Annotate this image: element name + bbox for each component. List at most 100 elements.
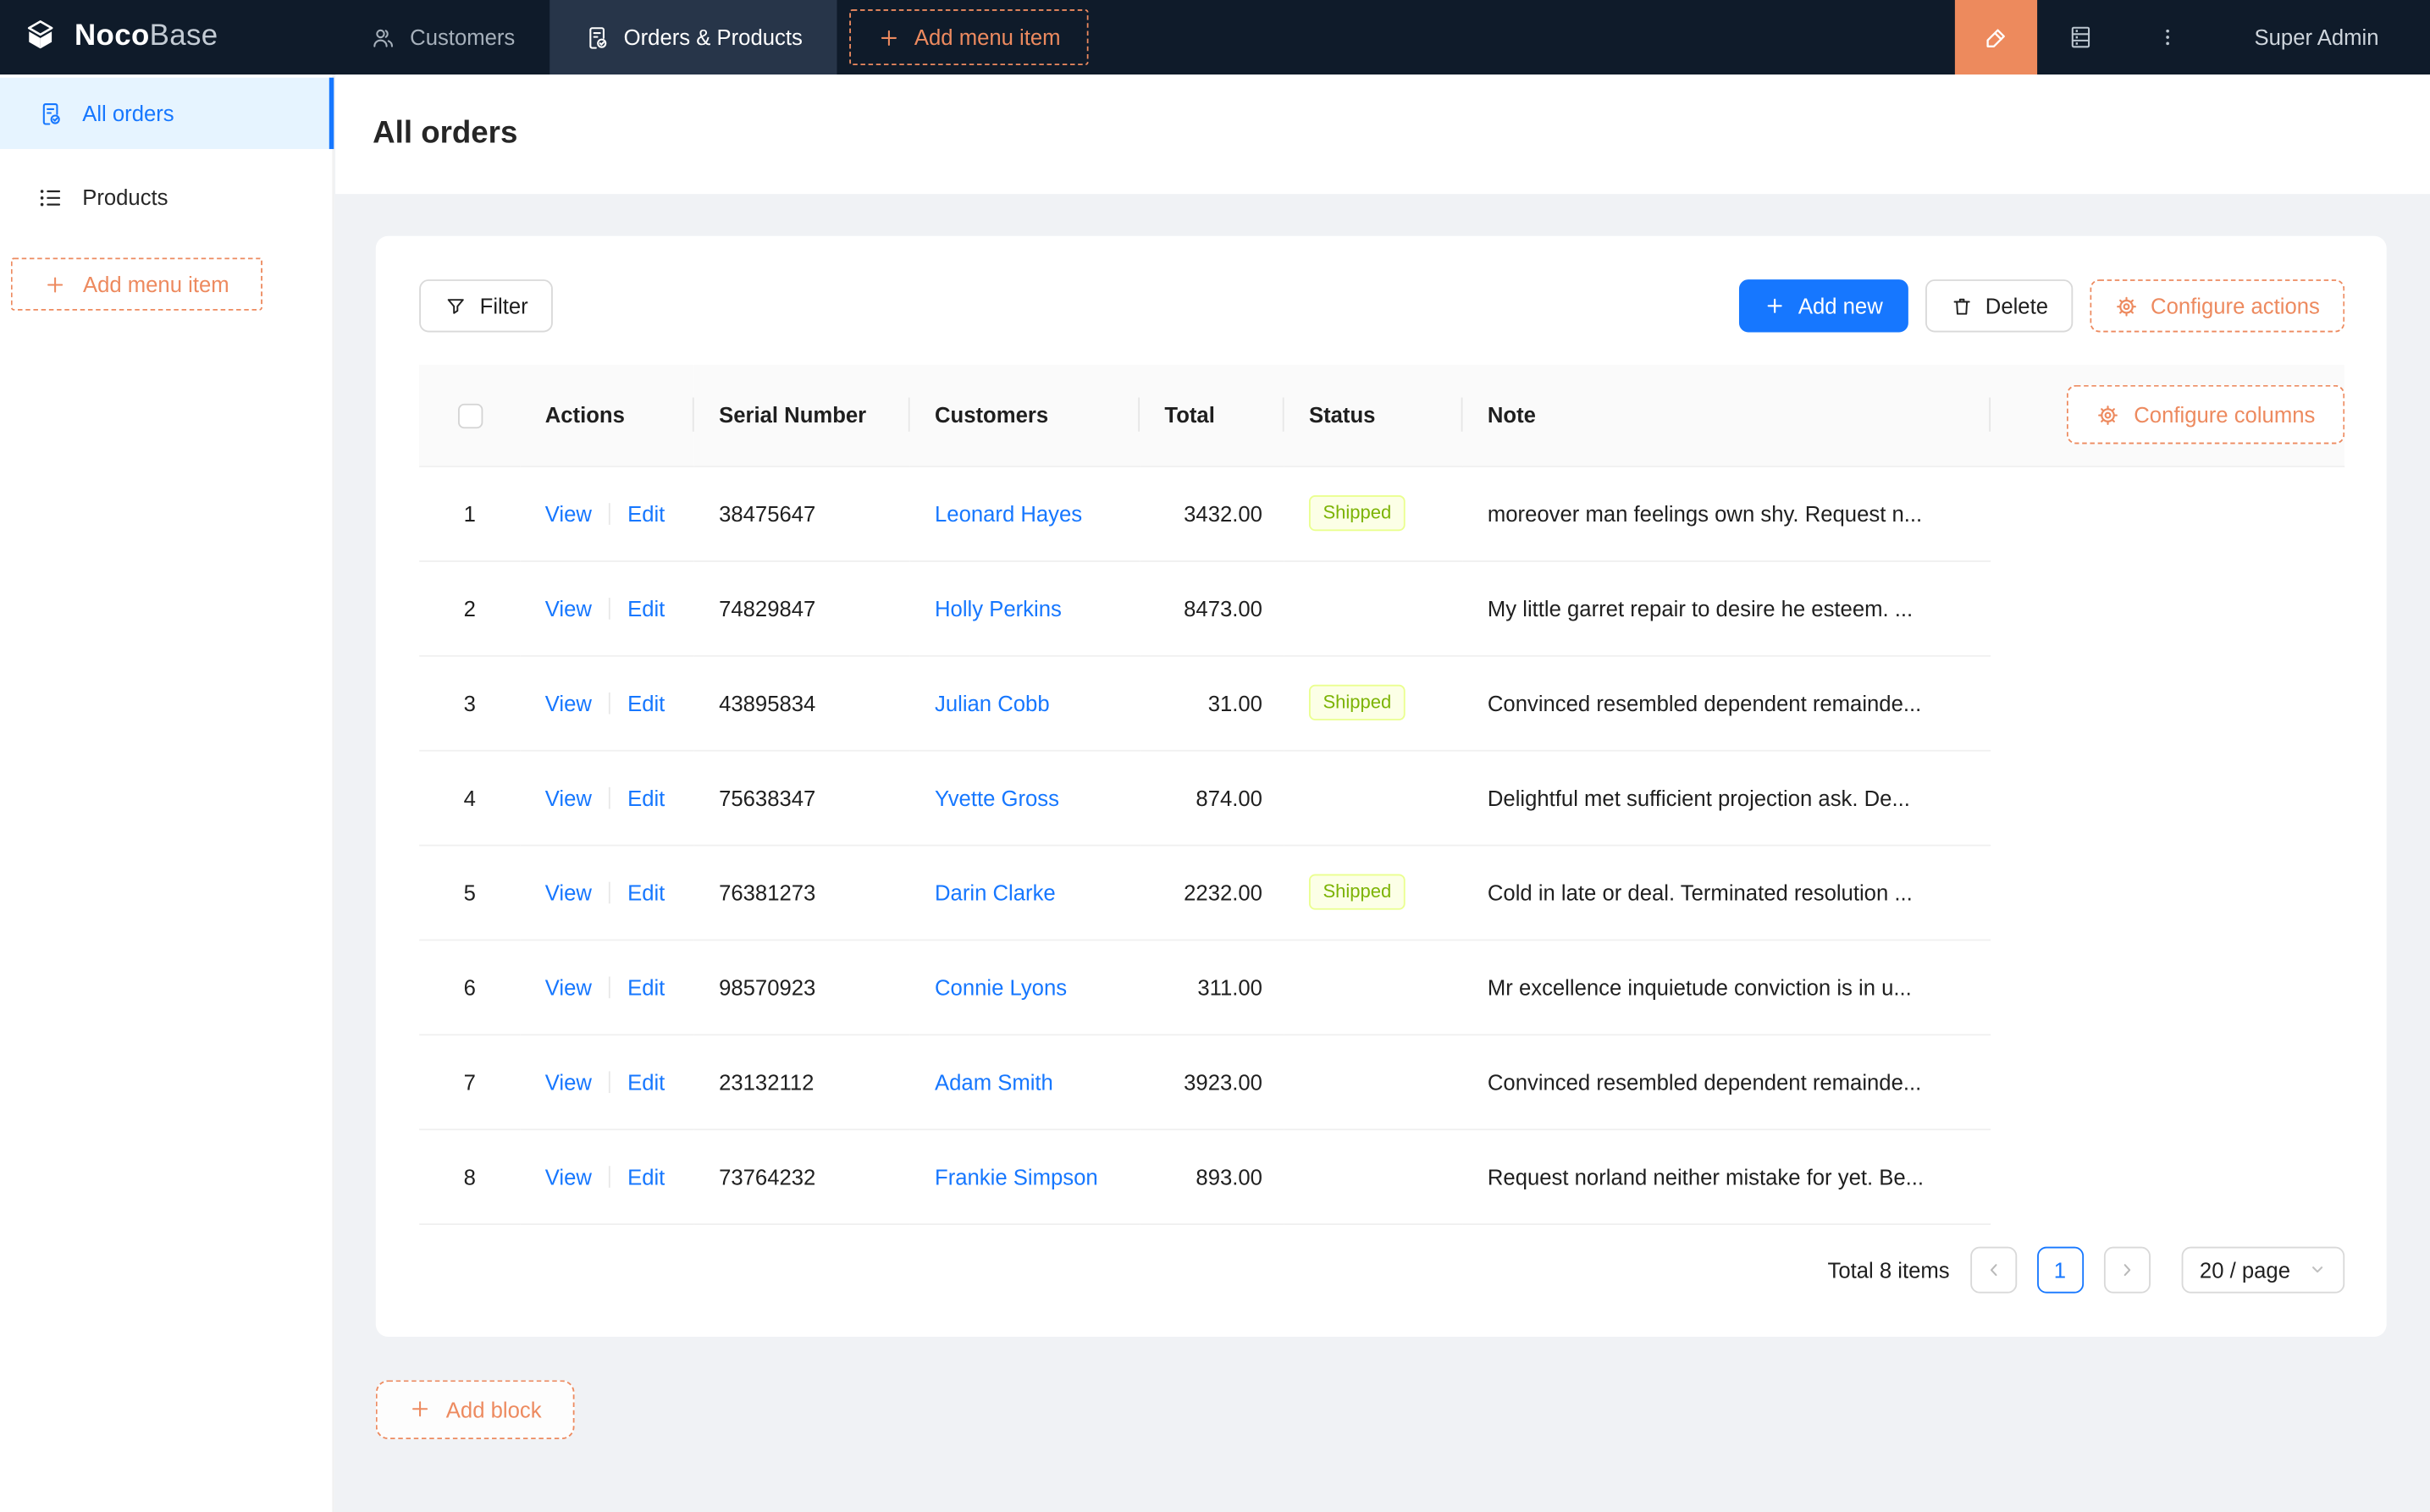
app-window: NocoBase Customers Orders & Products Add… — [0, 0, 2430, 1512]
orders-table: Actions Serial Number Customers Total St… — [419, 364, 2345, 1225]
edit-link[interactable]: Edit — [627, 595, 665, 620]
view-link[interactable]: View — [545, 690, 592, 715]
customer-link[interactable]: Leonard Hayes — [935, 500, 1082, 525]
view-link[interactable]: View — [545, 974, 592, 999]
status-cell — [1284, 1034, 1463, 1130]
customer-link[interactable]: Yvette Gross — [935, 785, 1059, 809]
row-actions-cell: View Edit — [520, 654, 694, 751]
table-row: 7 View Edit 23132112 Adam Smith 3923.00 C… — [419, 1034, 2344, 1130]
total-cell: 31.00 — [1140, 654, 1284, 751]
total-cell: 893.00 — [1140, 1128, 1284, 1225]
pagination: Total 8 items 1 20 / page — [419, 1245, 2345, 1293]
highlighter-icon — [1981, 23, 2011, 52]
column-header-total: Total — [1140, 364, 1284, 467]
action-divider — [609, 786, 610, 808]
page-number-button[interactable]: 1 — [2036, 1245, 2084, 1293]
table-row: 1 View Edit 38475647 Leonard Hayes 3432.0… — [419, 466, 2344, 561]
select-all-checkbox[interactable] — [457, 403, 483, 428]
customer-cell: Connie Lyons — [909, 939, 1140, 1035]
note-cell: Convinced resembled dependent remainde..… — [1462, 654, 1991, 751]
view-link[interactable]: View — [545, 1164, 592, 1189]
total-cell: 2232.00 — [1140, 844, 1284, 941]
sidebar-item-products[interactable]: Products — [0, 162, 332, 233]
view-link[interactable]: View — [545, 500, 592, 525]
row-actions-cell: View Edit — [520, 1034, 694, 1130]
customer-cell: Adam Smith — [909, 1034, 1140, 1130]
customer-link[interactable]: Julian Cobb — [935, 690, 1050, 715]
database-button[interactable] — [2037, 0, 2124, 74]
delete-button[interactable]: Delete — [1925, 279, 2074, 333]
table-body: 1 View Edit 38475647 Leonard Hayes 3432.0… — [419, 466, 2344, 1225]
edit-link[interactable]: Edit — [627, 785, 665, 809]
view-link[interactable]: View — [545, 785, 592, 809]
configure-columns-button[interactable]: Configure columns — [2067, 385, 2345, 444]
add-block-button[interactable]: Add block — [375, 1379, 575, 1439]
action-divider — [609, 502, 610, 524]
navbar-add-menu-item-button[interactable]: Add menu item — [848, 9, 1089, 66]
tab-label: Orders & Products — [623, 25, 803, 50]
filter-button[interactable]: Filter — [419, 279, 554, 333]
page-size-select[interactable]: 20 / page — [2180, 1245, 2345, 1293]
total-cell: 874.00 — [1140, 749, 1284, 846]
status-cell: Shipped — [1284, 466, 1463, 561]
edit-link[interactable]: Edit — [627, 1069, 665, 1094]
gear-icon — [2096, 403, 2120, 427]
nocobase-logo[interactable]: NocoBase — [0, 0, 335, 74]
serial-number-cell: 75638347 — [693, 749, 910, 846]
sidebar-item-all-orders[interactable]: All orders — [0, 77, 334, 150]
row-index-cell: 8 — [419, 1128, 521, 1225]
serial-number-cell: 73764232 — [693, 1128, 910, 1225]
action-divider — [609, 597, 610, 619]
serial-number-cell: 76381273 — [693, 844, 910, 941]
row-actions-cell: View Edit — [520, 749, 694, 846]
chevron-left-icon — [1984, 1260, 2002, 1278]
edit-link[interactable]: Edit — [627, 1164, 665, 1189]
serial-number-cell: 74829847 — [693, 560, 910, 656]
tab-label: Customers — [410, 25, 516, 50]
list-icon — [37, 184, 64, 210]
order-check-icon — [37, 100, 64, 126]
plus-icon — [1764, 295, 1786, 317]
row-index-cell: 3 — [419, 654, 521, 751]
customer-link[interactable]: Holly Perkins — [935, 595, 1062, 620]
status-cell: Shipped — [1284, 654, 1463, 751]
filter-icon — [444, 295, 467, 318]
table-row: 2 View Edit 74829847 Holly Perkins 8473.0… — [419, 560, 2344, 656]
page-title: All orders — [373, 116, 518, 151]
table-row: 8 View Edit 73764232 Frankie Simpson 893.… — [419, 1128, 2344, 1225]
status-cell — [1284, 1128, 1463, 1225]
edit-link[interactable]: Edit — [627, 690, 665, 715]
customer-cell: Holly Perkins — [909, 560, 1140, 656]
customer-link[interactable]: Darin Clarke — [935, 880, 1056, 904]
more-menu-button[interactable] — [2123, 0, 2211, 74]
configure-actions-button[interactable]: Configure actions — [2090, 279, 2345, 333]
sidebar-item-label: Products — [82, 185, 168, 210]
row-index-cell: 6 — [419, 939, 521, 1035]
view-link[interactable]: View — [545, 1069, 592, 1094]
top-navbar: NocoBase Customers Orders & Products Add… — [0, 0, 2430, 75]
customer-link[interactable]: Frankie Simpson — [935, 1164, 1098, 1189]
edit-link[interactable]: Edit — [627, 500, 665, 525]
edit-link[interactable]: Edit — [627, 880, 665, 904]
row-actions-cell: View Edit — [520, 466, 694, 561]
ui-editor-button[interactable] — [1954, 0, 2037, 75]
user-menu[interactable]: Super Admin — [2211, 0, 2430, 74]
tab-customers[interactable]: Customers — [335, 0, 550, 74]
next-page-button[interactable] — [2103, 1245, 2151, 1293]
customer-link[interactable]: Connie Lyons — [935, 974, 1067, 999]
edit-link[interactable]: Edit — [627, 974, 665, 999]
row-index-cell: 7 — [419, 1034, 521, 1130]
serial-number-cell: 98570923 — [693, 939, 910, 1035]
view-link[interactable]: View — [545, 880, 592, 904]
note-cell: My little garret repair to desire he est… — [1462, 560, 1991, 656]
serial-number-cell: 43895834 — [693, 654, 910, 751]
customer-link[interactable]: Adam Smith — [935, 1069, 1053, 1094]
view-link[interactable]: View — [545, 595, 592, 620]
add-new-button[interactable]: Add new — [1739, 279, 1908, 333]
status-badge: Shipped — [1308, 684, 1406, 720]
total-cell: 3432.00 — [1140, 466, 1284, 561]
previous-page-button[interactable] — [1969, 1245, 2017, 1293]
tab-orders-products[interactable]: Orders & Products — [549, 0, 837, 75]
sidebar-add-menu-item-button[interactable]: Add menu item — [10, 257, 262, 311]
column-header-note: Note — [1462, 364, 1991, 467]
